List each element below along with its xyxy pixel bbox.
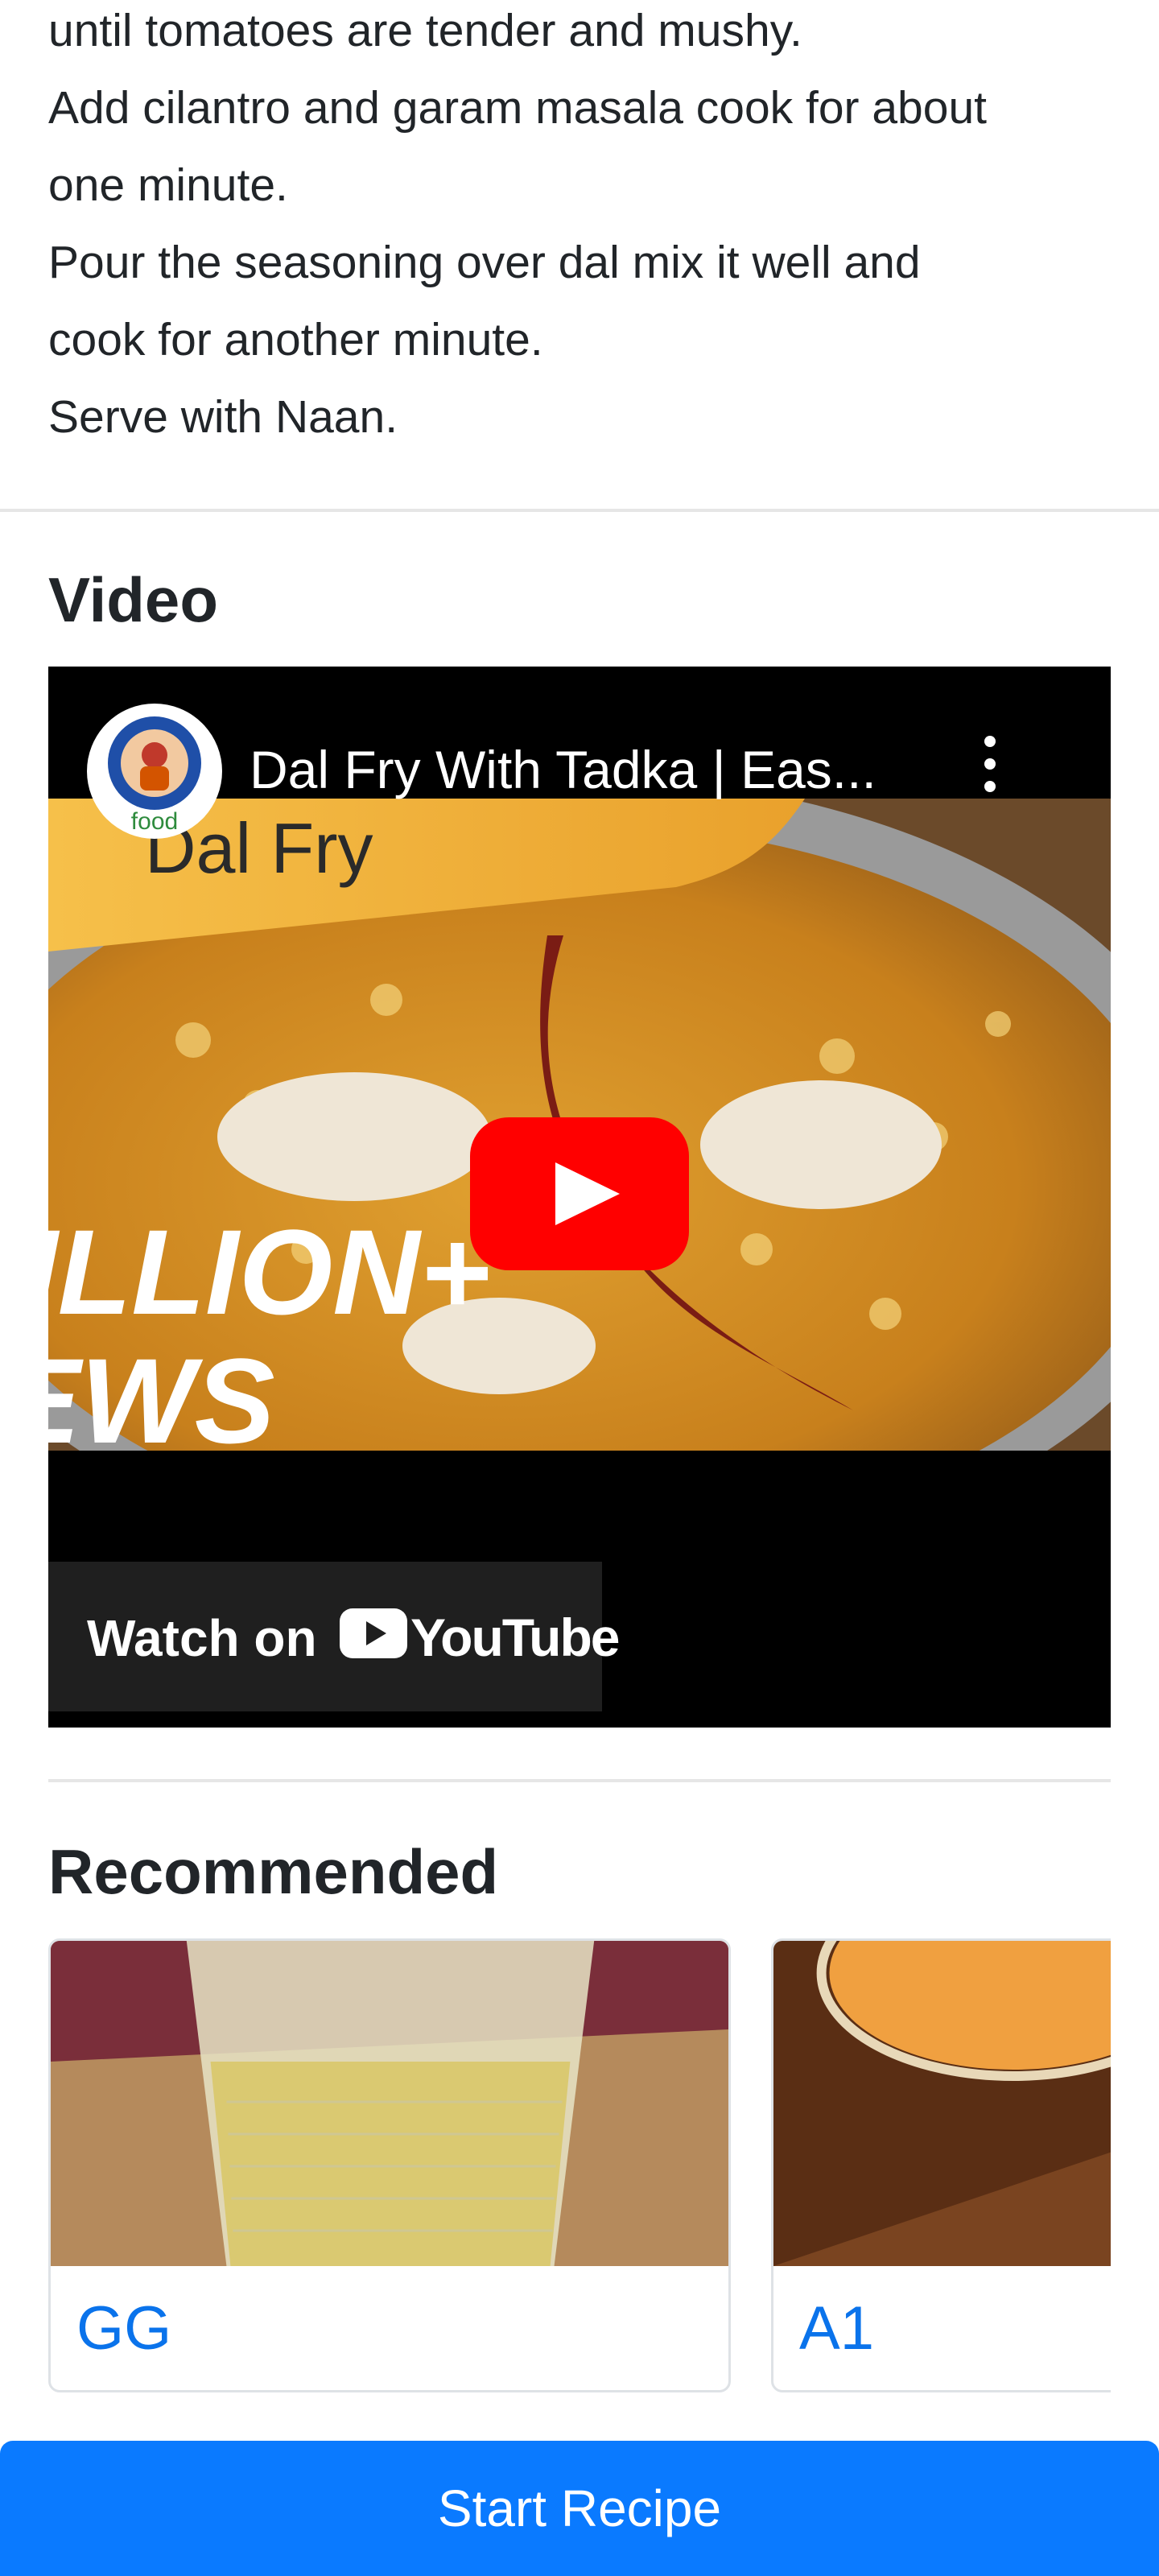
step-line: one minute. (48, 159, 288, 211)
rajshri-logo-icon: food (108, 716, 201, 835)
more-options-icon[interactable] (974, 736, 1006, 824)
video-section-title: Video (48, 564, 218, 635)
youtube-wordmark: YouTube (410, 1608, 621, 1667)
watch-on-label: Watch on (87, 1609, 317, 1667)
svg-text:food: food (131, 808, 178, 835)
recipe-card[interactable]: A1 (771, 1938, 1111, 2392)
section-divider (0, 509, 1159, 512)
recipe-card-title[interactable]: A1 (799, 2293, 874, 2363)
step-line: until tomatoes are tender and mushy. (48, 5, 802, 56)
recommended-section-title: Recommended (48, 1836, 499, 1907)
step-line: Add cilantro and garam masala cook for a… (48, 82, 987, 134)
start-recipe-button[interactable]: Start Recipe (0, 2441, 1159, 2576)
step-line: cook for another minute. (48, 314, 543, 365)
recipe-steps: until tomatoes are tender and mushy. Add… (48, 0, 1111, 456)
recipe-card-image[interactable] (51, 1941, 728, 2266)
channel-logo[interactable]: food (87, 704, 222, 839)
recipe-card-title[interactable]: GG (76, 2293, 171, 2363)
video-embed[interactable]: Dal Fry ILLION+ EWS food Dal Fry With Ta… (48, 667, 1111, 1728)
youtube-icon (340, 1608, 407, 1658)
recipe-card-image[interactable] (773, 1941, 1111, 2266)
play-button[interactable] (470, 1117, 689, 1270)
step-line: Serve with Naan. (48, 391, 398, 443)
section-divider (48, 1779, 1111, 1782)
watch-on-youtube-button[interactable]: Watch on YouTube (48, 1562, 621, 1711)
svg-text:ILLION+: ILLION+ (48, 1204, 490, 1340)
recipe-card[interactable]: GG (48, 1938, 731, 2392)
step-line: Pour the seasoning over dal mix it well … (48, 237, 921, 288)
video-title[interactable]: Dal Fry With Tadka | Eas... (250, 739, 876, 800)
video-header: food Dal Fry With Tadka | Eas... (48, 667, 1111, 839)
recommended-carousel[interactable]: GG A1 (48, 1938, 1111, 2396)
svg-text:EWS: EWS (48, 1333, 275, 1457)
